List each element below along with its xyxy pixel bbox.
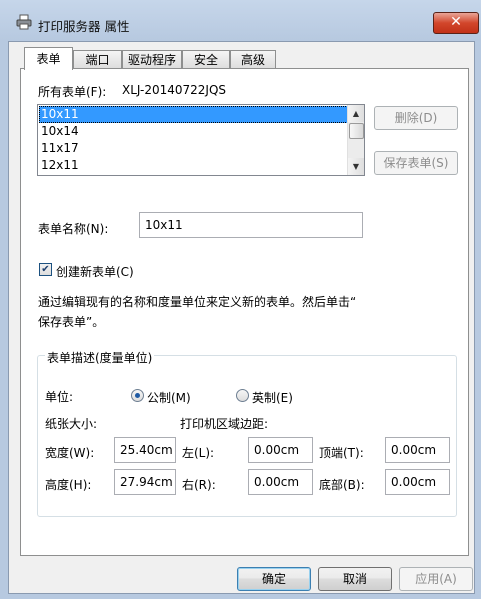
height-label: 高度(H):	[45, 478, 92, 492]
tab-label: 驱动程序	[127, 53, 176, 67]
bottom-margin-label: 底部(B):	[319, 478, 365, 492]
ok-button[interactable]: 确定	[237, 567, 311, 591]
tab-label: 端口	[85, 53, 110, 67]
arrow-up-icon[interactable]: ▲	[348, 105, 364, 122]
unit-label: 单位:	[45, 390, 74, 404]
top-margin-input[interactable]: 0.00cm	[385, 437, 450, 463]
tab-forms[interactable]: 表单	[24, 47, 73, 70]
save-form-button[interactable]: 保存表单(S)	[374, 151, 458, 175]
close-button[interactable]: ✕	[433, 12, 479, 34]
server-name: XLJ-20140722JQS	[122, 83, 227, 97]
bottom-margin-input[interactable]: 0.00cm	[385, 469, 450, 495]
imperial-radio[interactable]	[236, 389, 249, 402]
height-input[interactable]: 27.94cm	[114, 469, 176, 495]
delete-button[interactable]: 删除(D)	[374, 106, 458, 130]
metric-radio[interactable]	[131, 389, 144, 402]
tab-drivers[interactable]: 驱动程序	[122, 50, 182, 69]
close-icon: ✕	[450, 14, 462, 30]
width-input[interactable]: 25.40cm	[114, 437, 176, 463]
all-forms-label: 所有表单(F):	[38, 85, 107, 99]
window-title: 打印服务器 属性	[38, 19, 130, 34]
left-margin-label: 左(L):	[182, 446, 215, 460]
tab-label: 高级	[240, 53, 265, 67]
form-name-input[interactable]: 10x11	[139, 212, 363, 238]
check-icon: ✔	[41, 264, 50, 275]
printer-server-properties-window: 打印服务器 属性 ✕ 表单 端口 驱动程序 安全 高级 所有表单(F): XLJ…	[0, 0, 481, 599]
paper-size-label: 纸张大小:	[45, 417, 98, 431]
list-item[interactable]: 11x17	[39, 140, 348, 157]
form-description-title: 表单描述(度量单位)	[45, 349, 155, 366]
list-scrollbar[interactable]: ▲ ▼	[347, 105, 364, 175]
right-margin-input[interactable]: 0.00cm	[248, 469, 313, 495]
create-new-form-checkbox[interactable]: ✔	[39, 263, 52, 276]
tab-ports[interactable]: 端口	[73, 50, 122, 69]
title-bar[interactable]: 打印服务器 属性 ✕	[0, 0, 481, 34]
cancel-button[interactable]: 取消	[318, 567, 392, 591]
tab-advanced[interactable]: 高级	[230, 50, 276, 69]
form-name-label: 表单名称(N):	[38, 222, 109, 236]
instructions-line1: 通过编辑现有的名称和度量单位来定义新的表单。然后单击“	[38, 295, 357, 309]
forms-listbox[interactable]: 10x11 10x14 11x17 12x11 ▲ ▼	[37, 104, 365, 176]
width-label: 宽度(W):	[45, 446, 95, 460]
list-item[interactable]: 10x14	[39, 123, 348, 140]
arrow-down-icon[interactable]: ▼	[348, 158, 364, 175]
right-margin-label: 右(R):	[182, 478, 216, 492]
imperial-label: 英制(E)	[252, 391, 293, 405]
printer-icon	[16, 14, 32, 30]
list-item[interactable]: 12x11	[39, 157, 348, 174]
top-margin-label: 顶端(T):	[319, 446, 364, 460]
apply-button[interactable]: 应用(A)	[399, 567, 473, 591]
list-item[interactable]: 10x11	[39, 106, 348, 123]
scroll-thumb[interactable]	[349, 123, 364, 139]
print-area-margins-label: 打印机区域边距:	[180, 417, 269, 431]
instructions-line2: 保存表单”。	[38, 315, 105, 329]
tab-label: 安全	[193, 53, 218, 67]
tab-security[interactable]: 安全	[182, 50, 230, 69]
create-new-form-label: 创建新表单(C)	[56, 265, 134, 279]
metric-label: 公制(M)	[147, 391, 191, 405]
tab-label: 表单	[36, 52, 61, 66]
left-margin-input[interactable]: 0.00cm	[248, 437, 313, 463]
